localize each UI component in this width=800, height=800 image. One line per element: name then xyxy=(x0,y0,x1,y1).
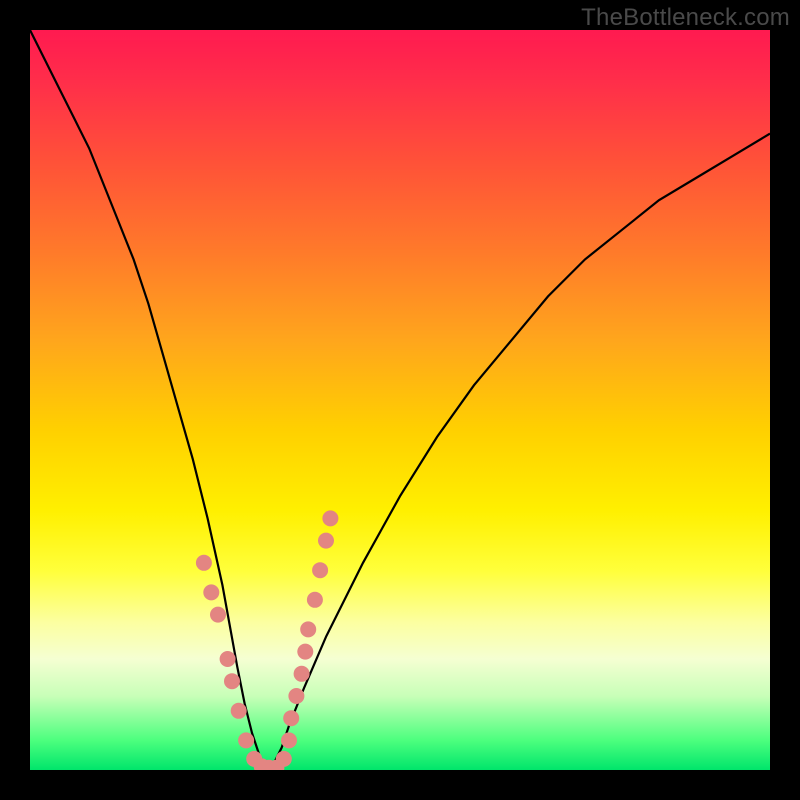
curve-marker xyxy=(281,732,297,748)
watermark-text: TheBottleneck.com xyxy=(581,4,790,32)
curve-marker xyxy=(210,607,226,623)
curve-marker xyxy=(318,533,334,549)
curve-marker xyxy=(196,555,212,571)
curve-marker xyxy=(300,621,316,637)
chart-frame: TheBottleneck.com xyxy=(0,0,800,800)
bottleneck-curve xyxy=(30,30,770,770)
curve-marker xyxy=(231,703,247,719)
curve-marker xyxy=(294,666,310,682)
curve-markers xyxy=(196,510,339,770)
curve-marker xyxy=(238,732,254,748)
curve-marker xyxy=(276,751,292,767)
curve-marker xyxy=(322,510,338,526)
curve-layer xyxy=(30,30,770,770)
curve-marker xyxy=(224,673,240,689)
curve-marker xyxy=(220,651,236,667)
curve-marker xyxy=(288,688,304,704)
curve-marker xyxy=(203,584,219,600)
curve-marker xyxy=(297,644,313,660)
curve-marker xyxy=(283,710,299,726)
curve-marker xyxy=(307,592,323,608)
curve-marker xyxy=(312,562,328,578)
plot-area xyxy=(30,30,770,770)
